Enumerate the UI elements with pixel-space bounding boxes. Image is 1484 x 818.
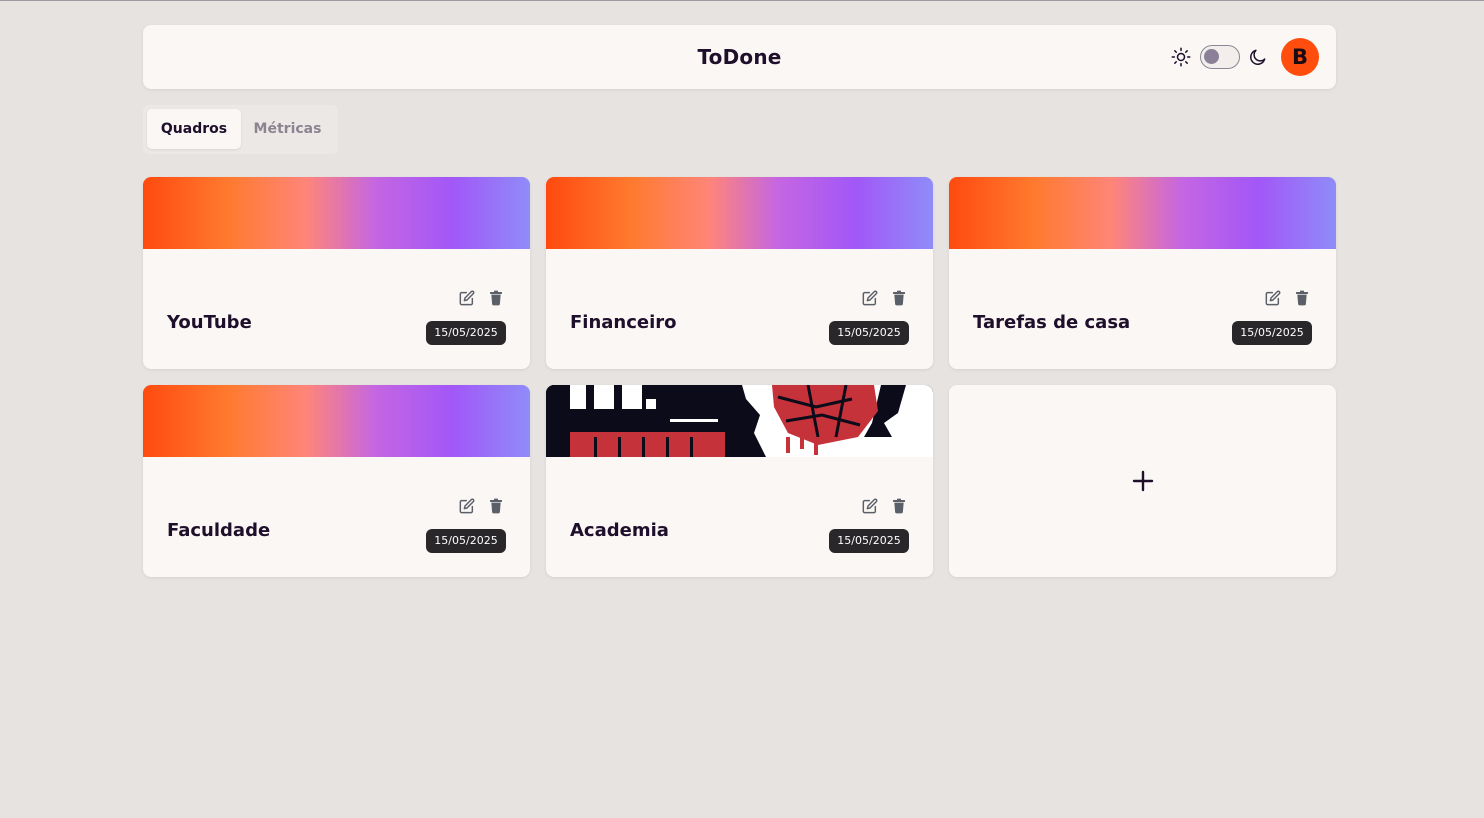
view-tabs: Quadros Métricas xyxy=(143,105,338,154)
trash-icon[interactable] xyxy=(488,290,504,306)
trash-icon[interactable] xyxy=(891,290,907,306)
window-top-border xyxy=(0,0,1484,1)
add-board-button[interactable] xyxy=(949,385,1336,577)
board-banner xyxy=(143,177,530,249)
app-title: ToDone xyxy=(697,45,782,69)
board-banner xyxy=(949,177,1336,249)
board-date-badge: 15/05/2025 xyxy=(829,321,909,345)
board-date-badge: 15/05/2025 xyxy=(426,529,506,553)
board-banner-image xyxy=(546,385,933,457)
board-title: YouTube xyxy=(167,312,252,333)
board-title: Financeiro xyxy=(570,312,677,333)
board-banner xyxy=(143,385,530,457)
board-title: Faculdade xyxy=(167,520,271,541)
board-card[interactable]: YouTube 15/05/2025 xyxy=(143,177,530,369)
edit-icon[interactable] xyxy=(459,290,475,306)
edit-icon[interactable] xyxy=(862,290,878,306)
tab-metricas[interactable]: Métricas xyxy=(241,109,334,149)
edit-icon[interactable] xyxy=(862,498,878,514)
board-card[interactable]: Academia 15/05/2025 xyxy=(546,385,933,577)
app-header: ToDone B xyxy=(143,25,1336,89)
theme-toggle[interactable] xyxy=(1200,45,1240,69)
board-card[interactable]: Faculdade 15/05/2025 xyxy=(143,385,530,577)
edit-icon[interactable] xyxy=(459,498,475,514)
board-title: Tarefas de casa xyxy=(973,312,1131,333)
trash-icon[interactable] xyxy=(891,498,907,514)
board-date-badge: 15/05/2025 xyxy=(1232,321,1312,345)
user-avatar[interactable]: B xyxy=(1281,38,1319,76)
board-banner xyxy=(546,177,933,249)
tab-quadros[interactable]: Quadros xyxy=(147,109,241,149)
edit-icon[interactable] xyxy=(1265,290,1281,306)
theme-toggle-knob xyxy=(1204,49,1219,64)
board-card[interactable]: Tarefas de casa 15/05/2025 xyxy=(949,177,1336,369)
board-card[interactable]: Financeiro 15/05/2025 xyxy=(546,177,933,369)
trash-icon[interactable] xyxy=(488,498,504,514)
sun-icon[interactable] xyxy=(1171,47,1191,67)
trash-icon[interactable] xyxy=(1294,290,1310,306)
board-date-badge: 15/05/2025 xyxy=(829,529,909,553)
board-title: Academia xyxy=(570,520,669,541)
plus-icon xyxy=(1132,470,1153,492)
board-date-badge: 15/05/2025 xyxy=(426,321,506,345)
moon-icon[interactable] xyxy=(1248,47,1268,67)
